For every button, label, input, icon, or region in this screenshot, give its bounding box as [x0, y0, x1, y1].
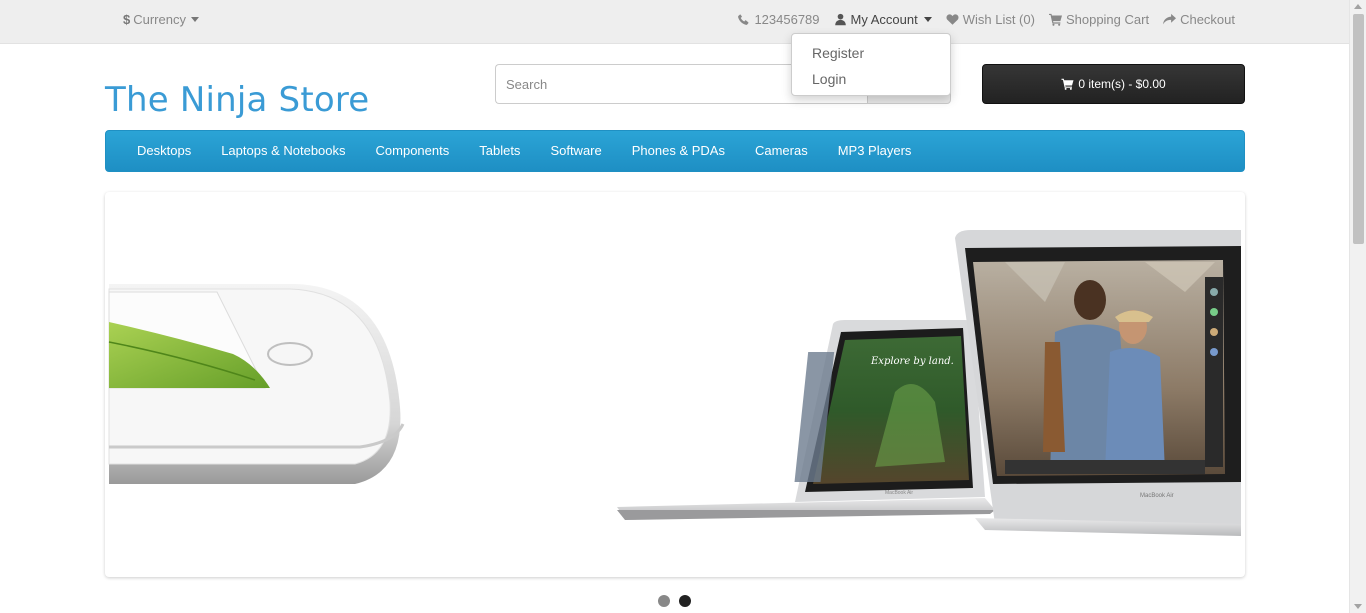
laptop-large-label: MacBook Air [1140, 493, 1174, 499]
checkout-label: Checkout [1180, 12, 1235, 27]
slider-pagination [658, 595, 691, 607]
login-link[interactable]: Login [792, 66, 950, 92]
slide-dot-2-active[interactable] [679, 595, 691, 607]
banner-image: Explore by land. MacBook Air MacBook Air [108, 230, 1241, 536]
cart-summary-label: 0 item(s) - $0.00 [1078, 77, 1166, 91]
shopping-cart-label: Shopping Cart [1065, 12, 1150, 27]
wish-list-label: Wish List (0) [962, 12, 1035, 27]
phone-number: 123456789 [754, 12, 820, 27]
scrollbar-thumb[interactable] [1353, 14, 1364, 244]
top-links: 123456789 My Account Wish List (0) Shopp… [737, 12, 1235, 27]
nav-item-cameras[interactable]: Cameras [740, 130, 823, 172]
account-dropdown-menu: Register Login [791, 33, 951, 96]
nav-item-desktops[interactable]: Desktops [122, 130, 206, 172]
phone-link[interactable]: 123456789 [737, 12, 820, 27]
nav-item-tablets[interactable]: Tablets [464, 130, 535, 172]
scroll-down-arrow-icon[interactable] [1354, 604, 1362, 609]
category-nav: Desktops Laptops & Notebooks Components … [105, 130, 1245, 172]
wish-list-link[interactable]: Wish List (0) [946, 12, 1035, 27]
my-account-label: My Account [850, 12, 918, 27]
currency-dropdown[interactable]: $ Currency [123, 12, 199, 27]
laptop-large-graphic: MacBook Air [955, 230, 1241, 536]
laptop-small-graphic: Explore by land. MacBook Air [617, 320, 995, 520]
my-account-dropdown[interactable]: My Account [834, 12, 932, 27]
store-logo[interactable]: The Ninja Store [105, 80, 369, 120]
caret-down-icon [190, 17, 199, 22]
scroll-up-arrow-icon[interactable] [1354, 4, 1362, 9]
phone-graphic [108, 284, 405, 484]
heart-icon [946, 13, 959, 26]
cart-icon [1048, 13, 1062, 26]
cart-summary-button[interactable]: 0 item(s) - $0.00 [982, 64, 1245, 104]
checkout-link[interactable]: Checkout [1163, 12, 1235, 27]
laptop-screen-caption: Explore by land. [870, 356, 954, 367]
nav-item-mp3-players[interactable]: MP3 Players [823, 130, 927, 172]
shopping-cart-link[interactable]: Shopping Cart [1048, 12, 1150, 27]
nav-item-phones-pdas[interactable]: Phones & PDAs [617, 130, 740, 172]
vertical-scrollbar[interactable] [1349, 0, 1366, 613]
cart-icon [1061, 78, 1074, 90]
user-icon [834, 13, 847, 26]
slide-dot-1[interactable] [658, 595, 670, 607]
banner-slider[interactable]: Explore by land. MacBook Air MacBook Air [105, 192, 1245, 577]
caret-down-icon [923, 17, 932, 22]
register-link[interactable]: Register [792, 40, 950, 66]
phone-icon [737, 13, 750, 26]
laptop-small-label: MacBook Air [885, 490, 913, 496]
nav-item-laptops-notebooks[interactable]: Laptops & Notebooks [206, 130, 360, 172]
nav-item-components[interactable]: Components [361, 130, 465, 172]
nav-item-software[interactable]: Software [535, 130, 616, 172]
currency-label: Currency [133, 12, 186, 27]
top-bar: $ Currency 123456789 My Account Wish Lis… [0, 0, 1349, 44]
share-arrow-icon [1163, 13, 1177, 26]
currency-symbol: $ [123, 12, 131, 27]
